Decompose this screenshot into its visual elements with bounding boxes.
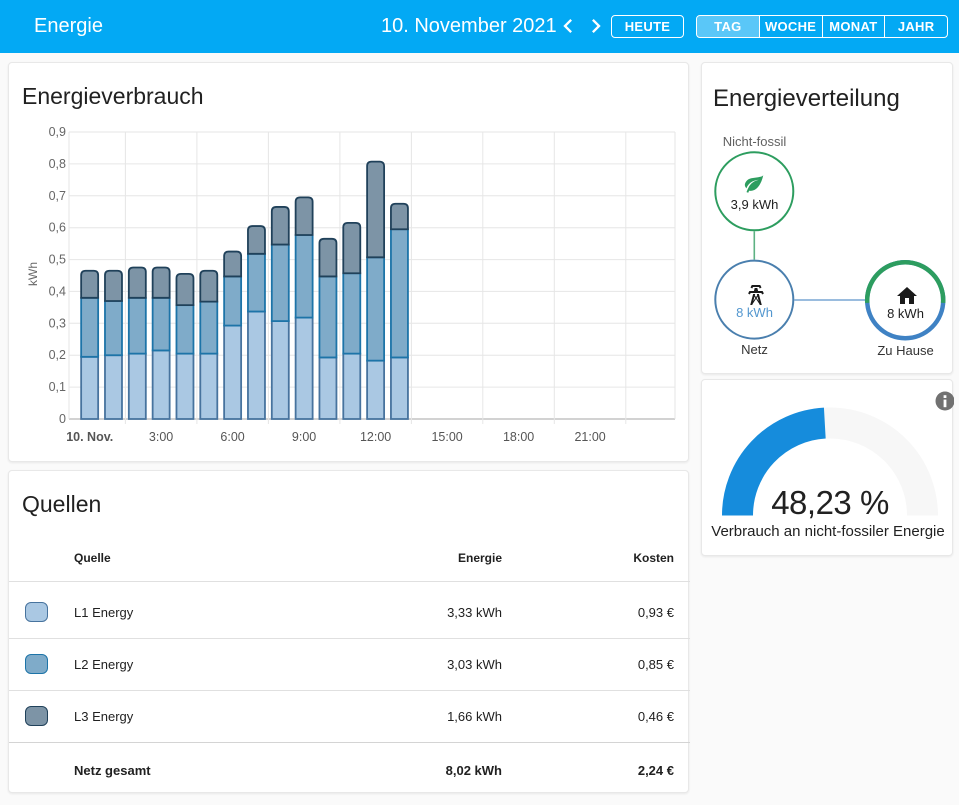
svg-text:0,6: 0,6	[49, 221, 66, 235]
svg-text:15:00: 15:00	[431, 430, 462, 444]
svg-text:0,1: 0,1	[49, 380, 66, 394]
svg-text:0,3: 0,3	[49, 316, 66, 330]
svg-text:0,2: 0,2	[49, 348, 66, 362]
svg-text:0,4: 0,4	[49, 284, 66, 298]
svg-text:6:00: 6:00	[220, 430, 244, 444]
svg-text:0,8: 0,8	[49, 157, 66, 171]
svg-text:0,5: 0,5	[49, 253, 66, 267]
svg-text:9:00: 9:00	[292, 430, 316, 444]
svg-text:18:00: 18:00	[503, 430, 534, 444]
svg-text:10. Nov.: 10. Nov.	[66, 430, 113, 444]
svg-text:0,7: 0,7	[49, 189, 66, 203]
svg-text:kWh: kWh	[26, 262, 40, 286]
svg-text:21:00: 21:00	[574, 430, 605, 444]
svg-text:0: 0	[59, 412, 66, 426]
svg-text:0,9: 0,9	[49, 125, 66, 139]
svg-text:3:00: 3:00	[149, 430, 173, 444]
svg-text:12:00: 12:00	[360, 430, 391, 444]
